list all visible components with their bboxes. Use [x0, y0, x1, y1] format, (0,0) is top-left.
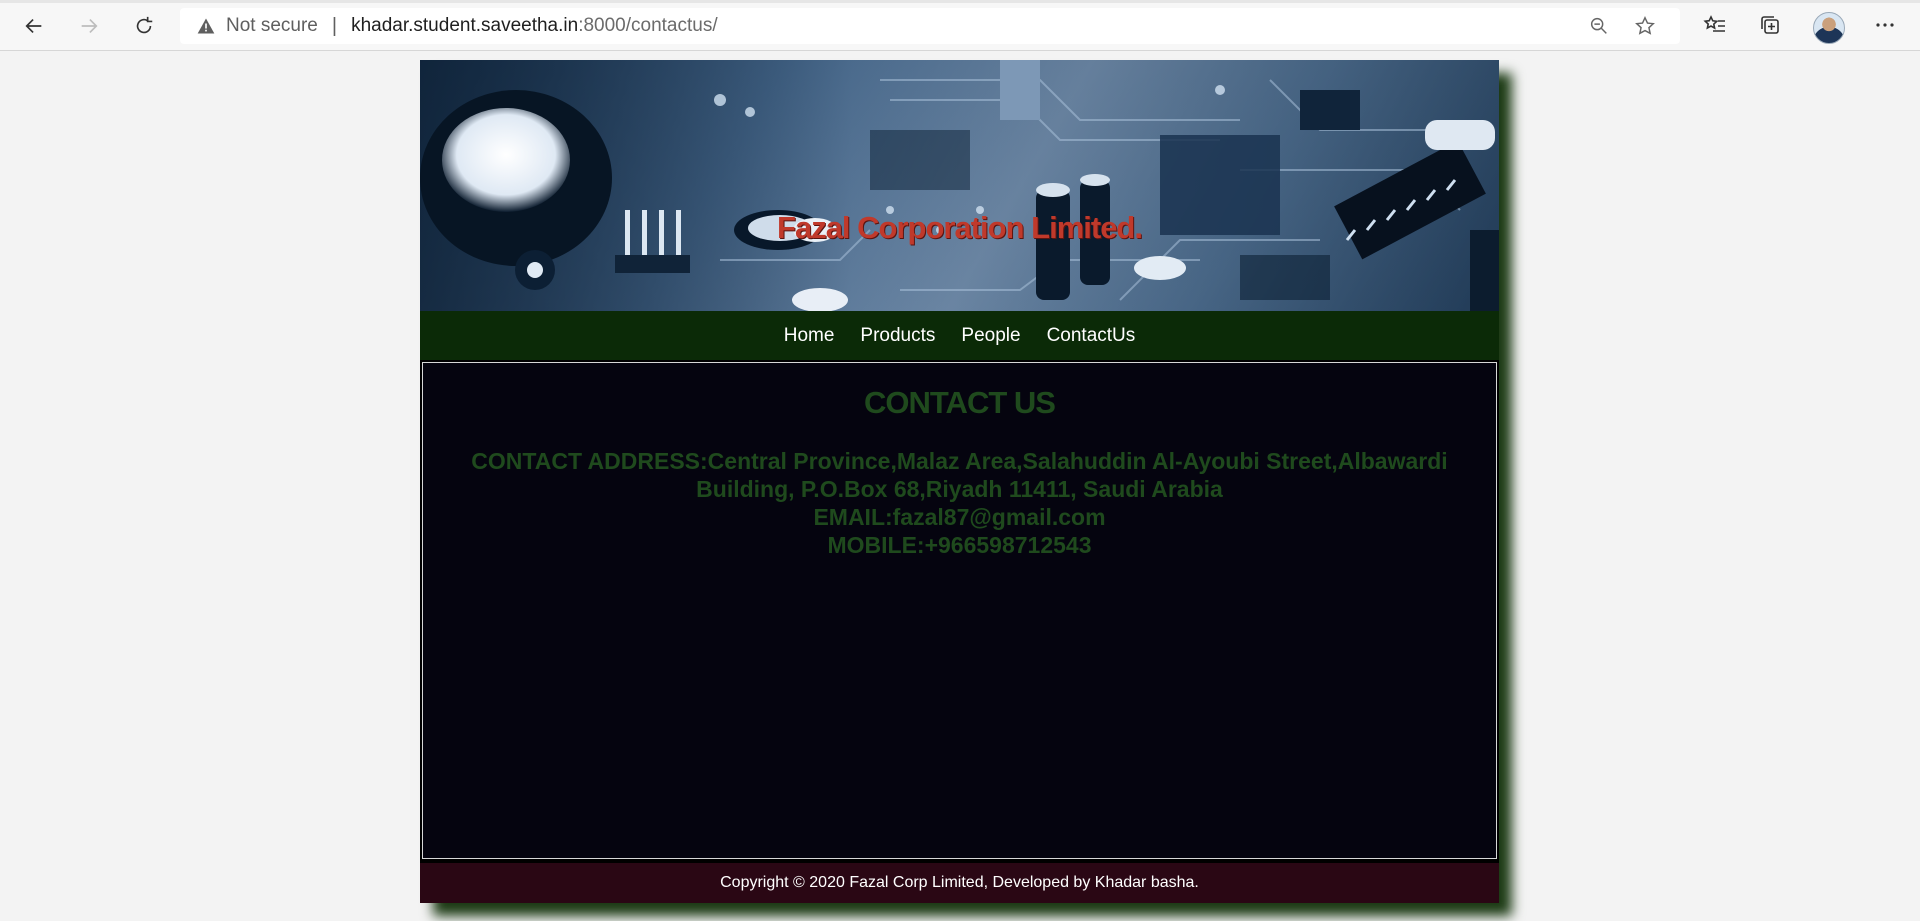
site-container: Fazal Corporation Limited. Home Products… [420, 60, 1499, 903]
contact-mobile: MOBILE:+966598712543 [827, 532, 1092, 558]
nav-link-products[interactable]: Products [860, 325, 935, 347]
contact-details: CONTACT ADDRESS:Central Province,Malaz A… [447, 447, 1472, 559]
nav-link-contactus[interactable]: ContactUs [1047, 325, 1136, 347]
contact-email: EMAIL:fazal87@gmail.com [813, 504, 1106, 530]
refresh-icon [136, 16, 153, 34]
site-footer: Copyright © 2020 Fazal Corp Limited, Dev… [420, 863, 1499, 903]
copyright-text: Copyright © 2020 Fazal Corp Limited, Dev… [720, 874, 1199, 891]
profile-avatar[interactable] [1813, 12, 1845, 44]
browser-toolbar: Not secure | khadar.student.saveetha.in:… [0, 0, 1920, 51]
url-path: :8000/contactus/ [578, 15, 718, 36]
zoom-icon[interactable] [1588, 15, 1610, 37]
back-icon [25, 18, 42, 34]
nav-link-people[interactable]: People [961, 325, 1020, 347]
forward-icon [81, 18, 98, 34]
page-title: CONTACT US [864, 385, 1056, 420]
refresh-button[interactable] [126, 8, 162, 44]
site-title: Fazal Corporation Limited. [777, 210, 1143, 245]
tab-strip [0, 0, 1920, 3]
warning-icon [196, 16, 216, 36]
more-icon[interactable] [1873, 13, 1897, 37]
forward-button[interactable] [71, 8, 107, 44]
url-host: khadar.student.saveetha.in [351, 15, 579, 36]
back-button[interactable] [16, 8, 52, 44]
favorites-list-icon[interactable] [1703, 13, 1727, 37]
collections-icon[interactable] [1758, 13, 1782, 37]
circuit-board-image [420, 60, 1499, 311]
address-bar[interactable]: Not secure | khadar.student.saveetha.in:… [180, 8, 1680, 44]
header-banner: Fazal Corporation Limited. [420, 60, 1499, 311]
address-separator: | [331, 14, 338, 37]
security-label[interactable]: Not secure [226, 15, 318, 37]
nav-link-home[interactable]: Home [784, 325, 835, 347]
contact-content: CONTACT US CONTACT ADDRESS:Central Provi… [422, 362, 1497, 859]
main-navigation: Home Products People ContactUs [420, 311, 1499, 360]
contact-address: CONTACT ADDRESS:Central Province,Malaz A… [471, 448, 1448, 502]
favorite-star-icon[interactable] [1634, 15, 1656, 37]
